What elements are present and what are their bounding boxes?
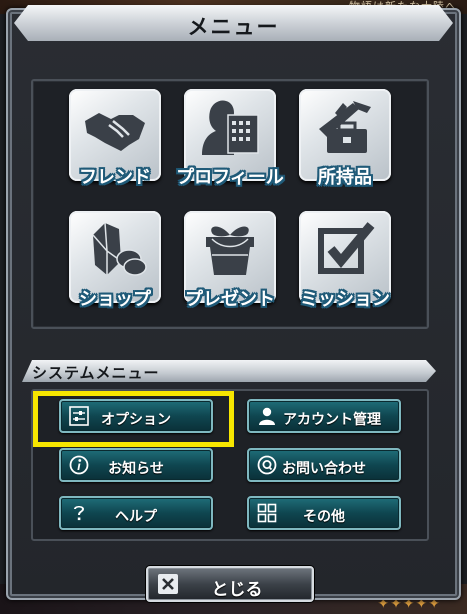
present-button[interactable]: プレゼント: [184, 211, 276, 310]
option-highlight-frame: [33, 391, 234, 447]
menu-title: メニュー: [187, 15, 280, 39]
main-menu-panel: フレンド プロフィール 所持品 ショップ プレゼント ミッション: [31, 79, 429, 329]
profile-icon: [202, 100, 259, 155]
gem-coins-icon: [92, 222, 147, 276]
inventory-icon: [319, 101, 371, 153]
profile-button[interactable]: プロフィール: [176, 89, 284, 188]
close-label: とじる: [211, 580, 263, 600]
help-button[interactable]: ヘルプ: [59, 496, 213, 530]
contact-label: お問い合わせ: [282, 461, 366, 477]
close-button[interactable]: とじる: [146, 566, 314, 602]
help-label: ヘルプ: [115, 509, 157, 525]
news-button[interactable]: お知らせ: [59, 448, 213, 482]
account-management-label: アカウント管理: [283, 412, 381, 428]
present-label: プレゼント: [185, 289, 275, 310]
friend-label: フレンド: [79, 167, 151, 188]
news-label: お知らせ: [108, 461, 164, 477]
mission-button[interactable]: ミッション: [299, 211, 391, 310]
friend-button[interactable]: フレンド: [69, 89, 161, 188]
gift-icon: [206, 226, 254, 275]
other-label: その他: [303, 509, 345, 525]
mission-label: ミッション: [300, 289, 390, 310]
handshake-icon: [85, 113, 145, 151]
shop-label: ショップ: [79, 289, 151, 310]
inventory-button[interactable]: 所持品: [299, 89, 391, 188]
profile-label: プロフィール: [176, 167, 284, 188]
account-management-button[interactable]: アカウント管理: [247, 399, 401, 433]
contact-button[interactable]: お問い合わせ: [247, 448, 401, 482]
system-menu-title: システムメニュー: [32, 364, 160, 382]
other-button[interactable]: その他: [247, 496, 401, 530]
inventory-label: 所持品: [318, 167, 372, 188]
shop-button[interactable]: ショップ: [69, 211, 161, 310]
checkbox-icon: [318, 222, 375, 274]
